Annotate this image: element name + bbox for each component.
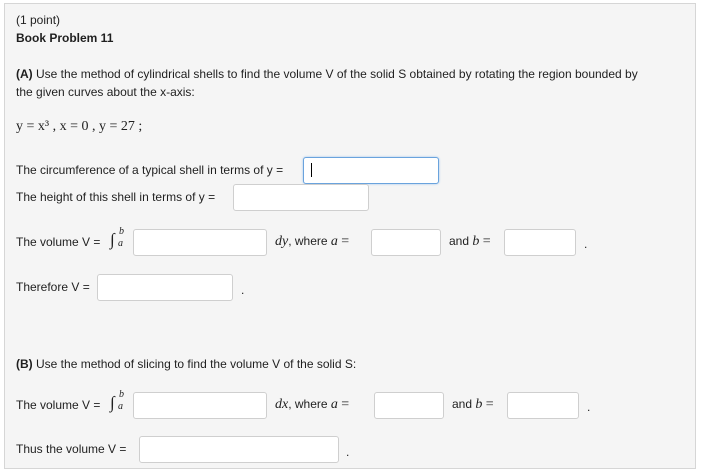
and-text-b: and <box>452 397 473 411</box>
height-label: The height of this shell in terms of y = <box>16 190 216 204</box>
period-therefore: . <box>241 283 245 297</box>
and-b-text-a: and b = <box>449 234 491 250</box>
a-variable-b: a <box>330 397 338 412</box>
equals-sign: = <box>341 234 350 249</box>
integral-a-lower: a <box>118 238 123 249</box>
differential-dy: dy <box>275 234 289 249</box>
points-label: (1 point) <box>16 13 61 27</box>
problem-title: Book Problem 11 <box>16 31 114 45</box>
circumference-label: The circumference of a typical shell in … <box>16 163 284 177</box>
circumference-input[interactable] <box>303 157 439 184</box>
b-section-b-input[interactable] <box>507 392 579 419</box>
and-b-text-b: and b = <box>452 397 494 413</box>
curves-equation: y = x³ , x = 0 , y = 27 ; <box>16 119 143 134</box>
height-input[interactable] <box>233 184 369 211</box>
b-section-a-input[interactable] <box>374 392 444 419</box>
where-text-b: , where <box>288 397 328 411</box>
text-caret <box>311 163 312 177</box>
integral-b-upper: b <box>119 389 124 400</box>
equals-sign-b-a: = <box>341 397 350 412</box>
where-a-text-b: dx, where a = <box>275 397 349 413</box>
volume-b-label: The volume V = <box>16 398 101 412</box>
part-b-label: (B) <box>16 357 33 371</box>
equals-sign-b: = <box>482 234 491 249</box>
integral-b-symbol: ∫ b a <box>110 389 124 412</box>
volume-a-label: The volume V = <box>16 235 101 249</box>
therefore-label: Therefore V = <box>16 280 90 294</box>
period-b: . <box>587 400 591 414</box>
b-variable-b: b <box>475 397 483 412</box>
therefore-v-input[interactable] <box>97 274 233 301</box>
b-upper-bound-input[interactable] <box>504 229 576 256</box>
b-variable: b <box>472 234 480 249</box>
part-b-instruction-text: Use the method of slicing to find the vo… <box>32 357 357 371</box>
where-a-text-a: dy, where a = <box>275 234 349 250</box>
integrand-a-input[interactable] <box>133 229 267 256</box>
integral-a-symbol: ∫ b a <box>110 226 124 249</box>
integrand-b-input[interactable] <box>133 392 267 419</box>
period-a: . <box>584 237 588 251</box>
integral-a-upper: b <box>119 226 124 237</box>
a-lower-bound-input[interactable] <box>371 229 441 256</box>
equals-sign-b-b: = <box>485 397 494 412</box>
part-a-label: (A) <box>16 67 33 81</box>
problem-panel: (1 point) Book Problem 11 (A) Use the me… <box>4 3 696 469</box>
period-thus: . <box>346 445 350 459</box>
part-b-instruction: (B) Use the method of slicing to find th… <box>16 357 356 371</box>
a-variable: a <box>330 234 338 249</box>
part-a-instruction: (A) Use the method of cylindrical shells… <box>16 67 638 81</box>
differential-dx: dx <box>275 397 289 412</box>
and-text: and <box>449 234 470 248</box>
part-a-instruction-line2: the given curves about the x-axis: <box>16 85 195 99</box>
thus-v-input[interactable] <box>139 436 339 463</box>
integral-b-lower: a <box>118 401 123 412</box>
part-a-instruction-line1: Use the method of cylindrical shells to … <box>32 67 638 81</box>
thus-label: Thus the volume V = <box>16 442 127 456</box>
where-text: , where <box>288 234 328 248</box>
